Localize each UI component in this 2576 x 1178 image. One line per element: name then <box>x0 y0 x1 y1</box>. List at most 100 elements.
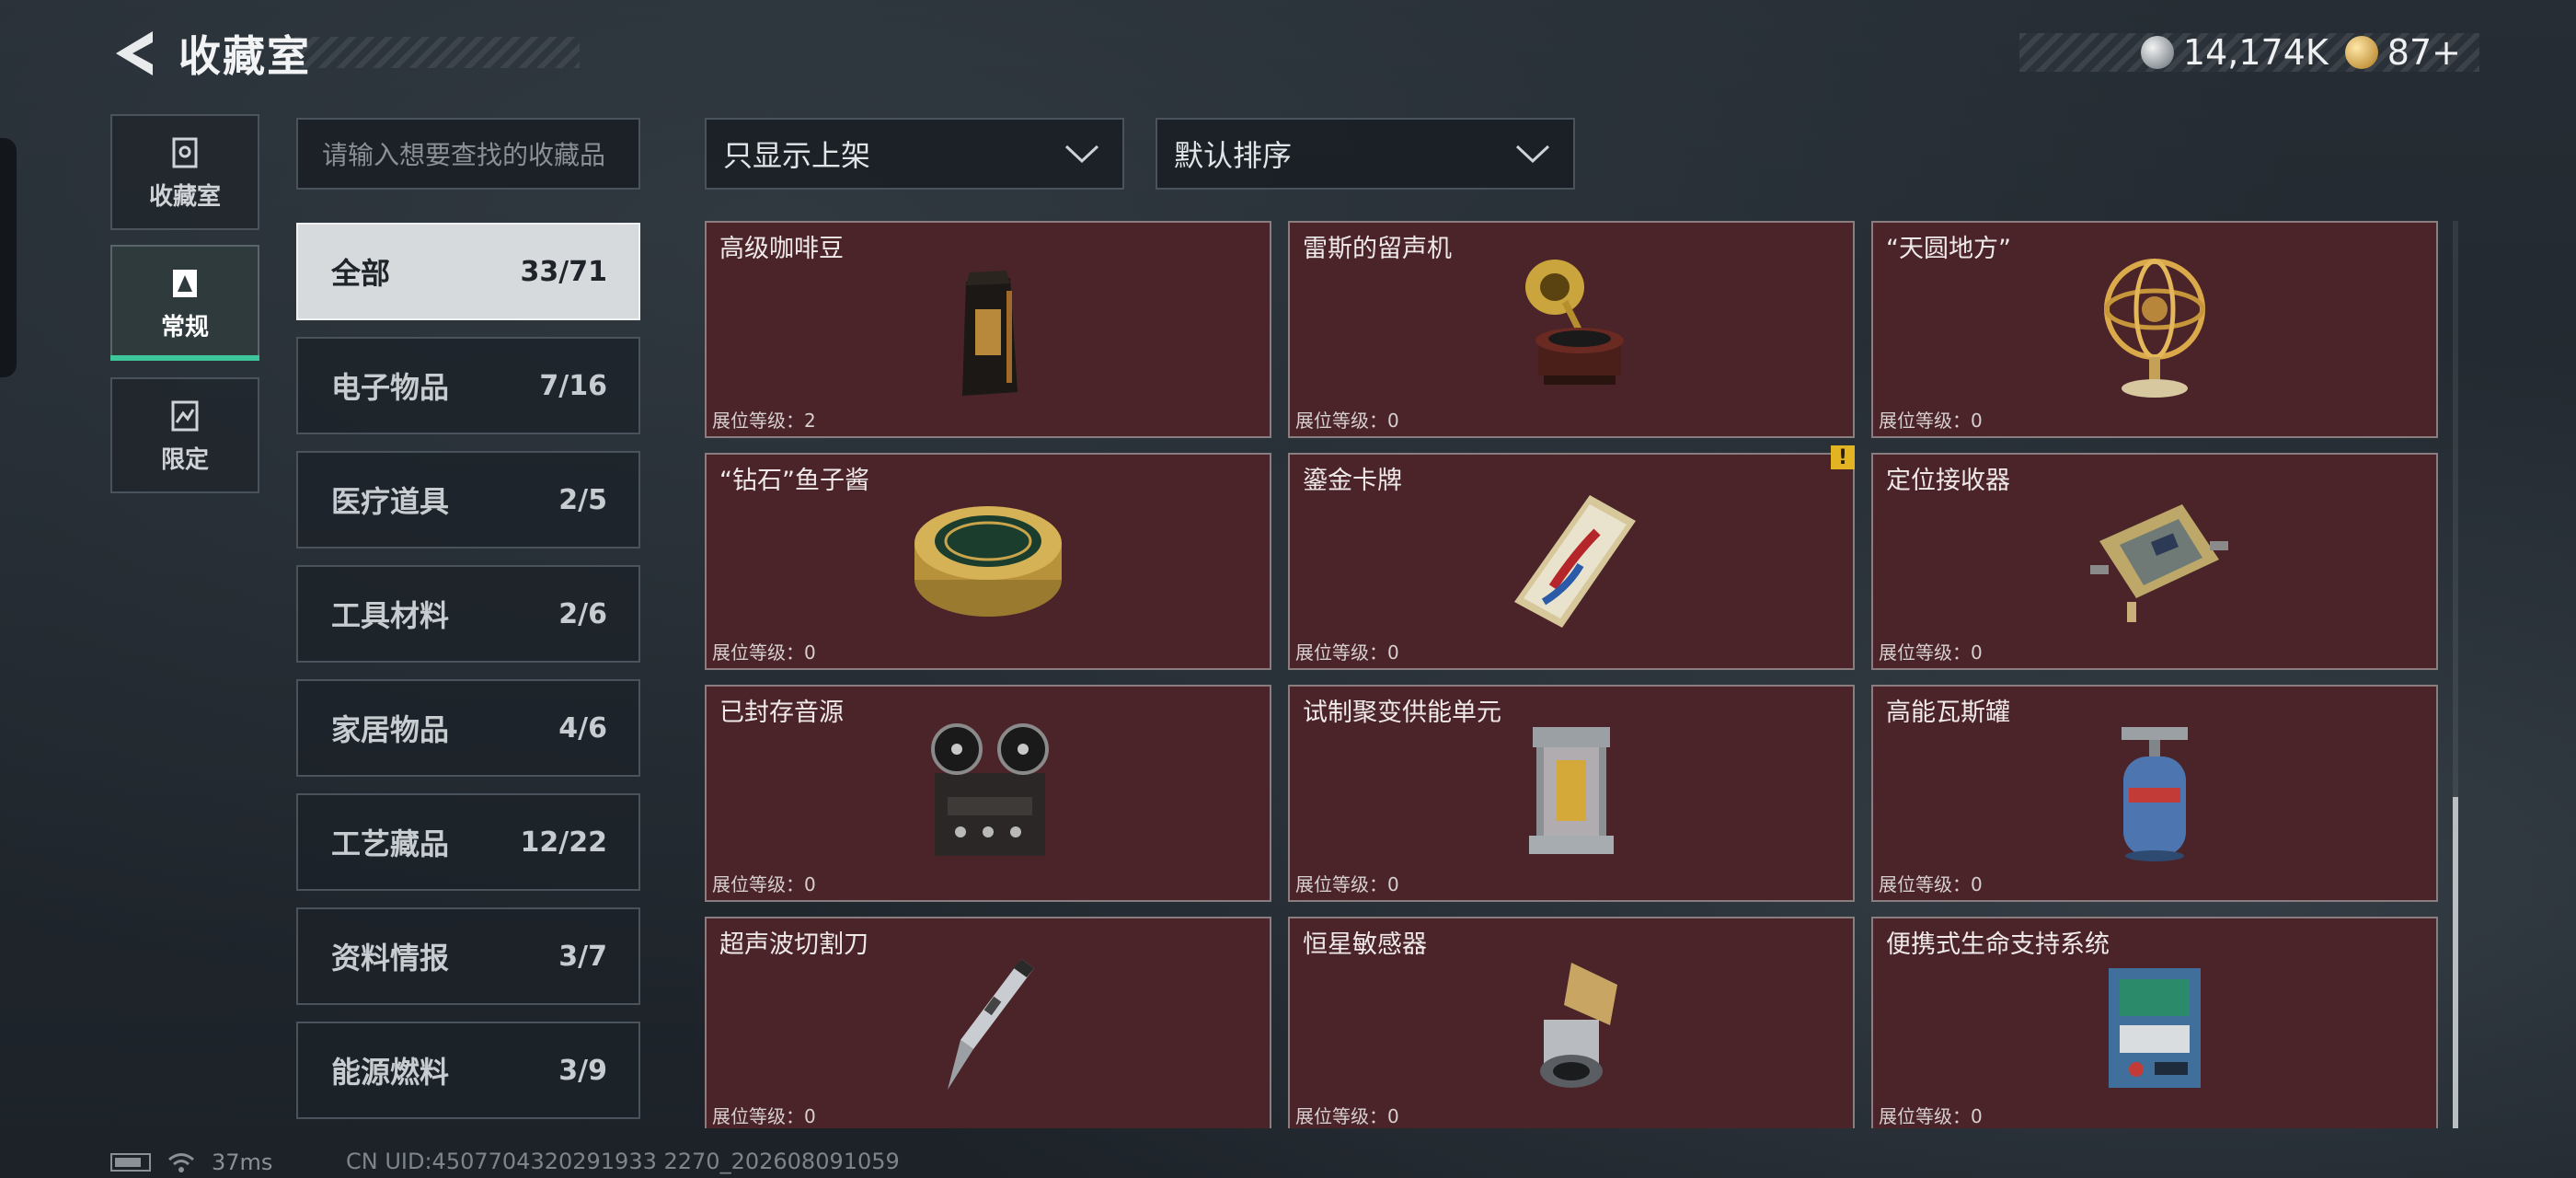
scrollbar-thumb[interactable] <box>2453 797 2458 1128</box>
item-level: 展位等级：0 <box>1879 1105 1983 1127</box>
category-household[interactable]: 家居物品 4/6 <box>296 679 640 777</box>
currency-bar: 14,174K 87+ <box>2019 32 2479 73</box>
currency-silver[interactable]: 14,174K <box>2140 32 2329 73</box>
item-level: 展位等级：2 <box>712 410 816 432</box>
edge-handle <box>0 138 17 377</box>
item-level: 展位等级：0 <box>1295 873 1399 895</box>
category-count: 12/22 <box>520 826 607 859</box>
collection-card[interactable]: “钻石”鱼子酱 展位等级：0 <box>705 453 1271 670</box>
item-level: 展位等级：0 <box>712 641 816 664</box>
item-level: 展位等级：0 <box>1879 410 1983 432</box>
battery-icon <box>110 1153 151 1172</box>
sort-value: 默认排序 <box>1174 138 1293 173</box>
gilded-card-icon <box>1514 495 1636 628</box>
collection-card[interactable]: 已封存音源 展位等级：0 <box>705 685 1271 902</box>
rail-tab-label: 收藏室 <box>148 182 221 211</box>
category-intel[interactable]: 资料情报 3/7 <box>296 907 640 1005</box>
star-sensor-icon <box>1540 963 1617 1088</box>
gas-canister-icon <box>2122 727 2188 861</box>
display-filter-value: 只显示上架 <box>723 138 871 173</box>
user-uid: CN UID:4507704320291933 2270_20260809105… <box>346 1149 900 1174</box>
sort-dropdown[interactable]: 默认排序 <box>1156 118 1575 190</box>
item-level: 展位等级：0 <box>1879 641 1983 664</box>
rail-tab-regular[interactable]: 常规 <box>110 245 259 361</box>
reel-recorder-icon <box>931 723 1049 856</box>
item-level: 展位等级：0 <box>712 1105 816 1127</box>
category-count: 33/71 <box>520 255 607 288</box>
category-label: 资料情报 <box>331 941 450 976</box>
search-input[interactable]: 请输入想要查找的收藏品 <box>296 118 640 190</box>
page-title: 收藏室 <box>178 31 311 81</box>
collection-card[interactable]: 超声波切割刀 展位等级：0 <box>705 917 1271 1128</box>
chevron-down-icon <box>1515 144 1550 164</box>
status-bar: 37ms <box>110 1149 272 1176</box>
ultrasonic-knife-icon <box>948 959 1034 1090</box>
back-arrow-icon[interactable] <box>110 28 156 79</box>
collection-screen: { "header": { "title": "收藏室", "currency"… <box>0 0 2576 1178</box>
collection-grid: 高级咖啡豆 展位等级：2 雷斯的留声机 展位等级：0 “天圆地方” 展位等级：0… <box>705 221 2440 1128</box>
item-name: “天圆地方” <box>1886 235 2011 263</box>
item-level: 展位等级：0 <box>712 873 816 895</box>
item-name: 鎏金卡牌 <box>1303 467 1402 495</box>
item-name: “钻石”鱼子酱 <box>719 467 869 495</box>
category-label: 家居物品 <box>331 712 450 747</box>
caviar-tin-icon <box>914 506 1062 617</box>
item-level: 展位等级：0 <box>1879 873 1983 895</box>
category-label: 医疗道具 <box>331 484 450 519</box>
display-filter-dropdown[interactable]: 只显示上架 <box>705 118 1124 190</box>
chevron-down-icon <box>1064 144 1099 164</box>
category-label: 工艺藏品 <box>331 826 450 861</box>
category-electronics[interactable]: 电子物品 7/16 <box>296 337 640 434</box>
category-crafts[interactable]: 工艺藏品 12/22 <box>296 793 640 891</box>
currency-value: 14,174K <box>2182 32 2329 73</box>
category-count: 4/6 <box>558 711 607 745</box>
header: 收藏室 <box>110 26 311 81</box>
regular-icon <box>173 269 197 297</box>
collection-card[interactable]: 定位接收器 展位等级：0 <box>1871 453 2438 670</box>
collection-card[interactable]: 恒星敏感器 展位等级：0 <box>1288 917 1855 1128</box>
currency-gold[interactable]: 87+ <box>2344 32 2461 73</box>
collection-card[interactable]: 高级咖啡豆 展位等级：2 <box>705 221 1271 438</box>
collection-card[interactable]: 鎏金卡牌 展位等级：0 <box>1288 453 1855 670</box>
armillary-sphere-icon <box>2104 259 2205 398</box>
rail-tab-limited[interactable]: 限定 <box>110 377 259 493</box>
collection-card[interactable]: 便携式生命支持系统 展位等级：0 <box>1871 917 2438 1128</box>
collection-icon <box>172 137 198 167</box>
limited-icon <box>171 400 199 431</box>
category-count: 2/5 <box>558 483 607 516</box>
category-label: 全部 <box>331 256 391 291</box>
silver-coin-icon <box>2140 36 2174 69</box>
receiver-icon <box>2090 504 2228 622</box>
category-count: 3/7 <box>558 940 607 973</box>
category-list: 全部 33/71 电子物品 7/16 医疗道具 2/5 工具材料 2/6 家居物… <box>296 223 640 1136</box>
category-medical[interactable]: 医疗道具 2/5 <box>296 451 640 549</box>
collection-card[interactable]: 高能瓦斯罐 展位等级：0 <box>1871 685 2438 902</box>
category-count: 2/6 <box>558 597 607 630</box>
title-stripe-decoration <box>294 37 580 68</box>
collection-card[interactable]: 试制聚变供能单元 展位等级：0 <box>1288 685 1855 902</box>
life-support-icon <box>2109 968 2201 1088</box>
rail-tab-collection[interactable]: 收藏室 <box>110 114 259 230</box>
item-name: 定位接收器 <box>1886 467 2010 495</box>
rail-tab-label: 常规 <box>160 313 209 341</box>
item-name: 试制聚变供能单元 <box>1303 699 1501 727</box>
category-label: 电子物品 <box>331 370 450 405</box>
collection-card[interactable]: “天圆地方” 展位等级：0 <box>1871 221 2438 438</box>
collection-card[interactable]: 雷斯的留声机 展位等级：0 <box>1288 221 1855 438</box>
category-tools[interactable]: 工具材料 2/6 <box>296 565 640 663</box>
category-count: 7/16 <box>539 369 607 402</box>
item-name: 已封存音源 <box>719 699 844 727</box>
category-label: 能源燃料 <box>331 1055 450 1090</box>
item-level: 展位等级：0 <box>1295 641 1399 664</box>
item-level: 展位等级：0 <box>1295 1105 1399 1127</box>
coffee-bag-icon <box>962 271 1018 396</box>
wifi-icon <box>168 1153 194 1172</box>
category-label: 工具材料 <box>331 598 450 633</box>
category-count: 3/9 <box>558 1054 607 1087</box>
category-fuel[interactable]: 能源燃料 3/9 <box>296 1022 640 1119</box>
item-level: 展位等级：0 <box>1295 410 1399 432</box>
item-name: 高能瓦斯罐 <box>1886 699 2010 727</box>
gold-coin-icon <box>2344 36 2378 69</box>
item-name: 雷斯的留声机 <box>1303 235 1452 263</box>
category-all[interactable]: 全部 33/71 <box>296 223 640 320</box>
